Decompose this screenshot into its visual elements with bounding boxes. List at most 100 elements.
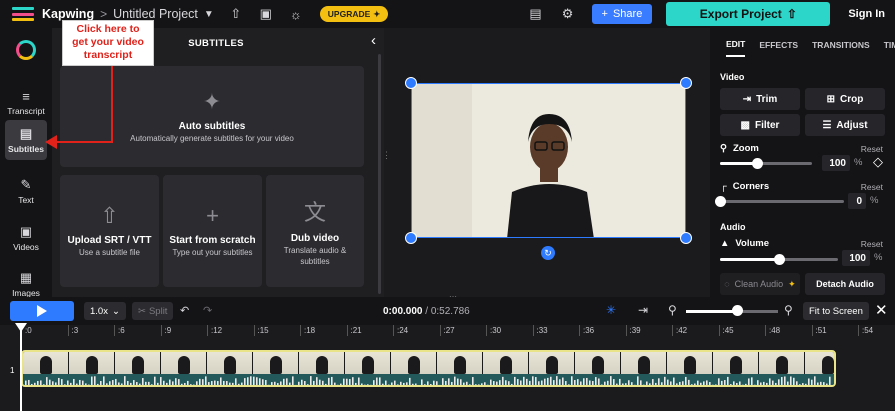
ruler-tick: :36 bbox=[579, 325, 594, 336]
ruler-tick: :39 bbox=[625, 325, 641, 336]
clean-audio-button[interactable]: ◌ Clean Audio ✦ bbox=[720, 273, 800, 295]
sign-in-link[interactable]: Sign In bbox=[848, 8, 885, 20]
ruler-tick: :9 bbox=[160, 325, 171, 336]
transcript-icon: ≡ bbox=[22, 88, 30, 104]
kapwing-logo-icon[interactable] bbox=[12, 7, 34, 21]
clip-thumbnail bbox=[667, 352, 713, 374]
timeline-zoom-fill bbox=[686, 310, 737, 313]
tab-timing[interactable]: TIMING bbox=[884, 34, 895, 56]
volume-reset-button[interactable]: Reset bbox=[861, 239, 883, 249]
resize-handle-top-left[interactable] bbox=[405, 77, 417, 89]
corners-reset-button[interactable]: Reset bbox=[861, 182, 883, 192]
zoom-slider-knob[interactable] bbox=[751, 158, 763, 169]
audio-section-title: Audio bbox=[720, 222, 746, 232]
crop-button[interactable]: ⊞ Crop bbox=[805, 88, 885, 110]
auto-subtitles-card[interactable]: ✦ Auto subtitles Automatically generate … bbox=[60, 66, 364, 167]
zoom-slider-track[interactable] bbox=[720, 162, 812, 165]
redo-icon[interactable]: ↷ bbox=[203, 304, 212, 317]
crop-icon: ⊞ bbox=[826, 93, 836, 105]
zoom-out-icon[interactable]: ⚲ bbox=[668, 303, 677, 317]
zoom-value-input[interactable]: 100 bbox=[822, 155, 850, 171]
ruler-tick: :3 bbox=[67, 325, 78, 336]
ruler-tick: :12 bbox=[207, 325, 222, 336]
subtitles-panel: SUBTITLES ‹ ✦ Auto subtitles Automatical… bbox=[52, 28, 384, 297]
ruler-tick: :21 bbox=[346, 325, 362, 336]
card-title: Upload SRT / VTT bbox=[67, 235, 152, 247]
play-button[interactable] bbox=[10, 301, 74, 321]
zoom-reset-button[interactable]: Reset bbox=[861, 144, 883, 154]
caption-icon[interactable]: ▣ bbox=[258, 6, 274, 22]
clip-thumbnail bbox=[115, 352, 161, 374]
fit-to-screen-button[interactable]: Fit to Screen bbox=[803, 302, 869, 320]
resize-handle-bottom-left[interactable] bbox=[405, 232, 417, 244]
zoom-in-icon[interactable]: ⚲ bbox=[784, 303, 793, 317]
rail-item-text[interactable]: ✎ Text bbox=[0, 171, 52, 211]
export-project-button[interactable]: Export Project ⇧ bbox=[666, 2, 831, 26]
start-from-scratch-card[interactable]: + Start from scratch Type out your subti… bbox=[163, 175, 262, 287]
upgrade-button[interactable]: UPGRADE ✦ bbox=[319, 6, 389, 22]
rail-item-transcript[interactable]: ≡ Transcript bbox=[0, 82, 52, 122]
sparkle-icon: ✦ bbox=[202, 88, 222, 114]
filter-icon: ▩ bbox=[740, 119, 750, 131]
adjust-label: Adjust bbox=[836, 119, 868, 131]
lightbulb-icon[interactable]: ☼ bbox=[288, 6, 304, 22]
rail-item-subtitles[interactable]: ▤ Subtitles bbox=[5, 120, 47, 160]
trim-button[interactable]: ⇥ Trim bbox=[720, 88, 800, 110]
panel-scrollbar[interactable] bbox=[378, 54, 381, 294]
filter-button[interactable]: ▩ Filter bbox=[720, 114, 800, 136]
corners-value-input[interactable]: 0 bbox=[848, 193, 866, 209]
close-timeline-icon[interactable]: ✕ bbox=[875, 301, 888, 319]
tab-transitions[interactable]: TRANSITIONS bbox=[812, 34, 870, 56]
share-button[interactable]: + Share bbox=[591, 4, 653, 24]
ruler-tick: :18 bbox=[300, 325, 315, 336]
clip-thumbnail bbox=[483, 352, 529, 374]
dub-video-card[interactable]: 文 Dub video Translate audio & subtitles bbox=[266, 175, 364, 287]
resize-handle-top-right[interactable] bbox=[680, 77, 692, 89]
edit-tabs: EDIT EFFECTS TRANSITIONS TIMING bbox=[710, 28, 895, 62]
sparkle-icon: ✦ bbox=[373, 8, 381, 19]
timeline-resize-handle[interactable]: ⋯ bbox=[449, 292, 457, 301]
rotate-icon[interactable]: ↻ bbox=[541, 246, 555, 260]
kapwing-editor: Kapwing > Untitled Project ▼ ⇧ ▣ ☼ UPGRA… bbox=[0, 0, 895, 411]
project-name[interactable]: Untitled Project bbox=[113, 7, 198, 21]
volume-value-input[interactable]: 100 bbox=[842, 250, 870, 266]
tab-edit[interactable]: EDIT bbox=[726, 33, 746, 57]
resize-handle-bottom-right[interactable] bbox=[680, 232, 692, 244]
ruler-tick: :27 bbox=[439, 325, 455, 336]
loading-icon: ◌ bbox=[724, 279, 730, 289]
clip-thumbnail bbox=[621, 352, 667, 374]
rail-item-videos[interactable]: ▣ Videos bbox=[0, 218, 52, 258]
corners-slider-knob[interactable] bbox=[715, 196, 726, 207]
annotation-arrow-head bbox=[45, 135, 57, 149]
clip-thumbnail bbox=[391, 352, 437, 374]
corners-slider-track[interactable] bbox=[720, 200, 844, 203]
gear-icon[interactable]: ⚙ bbox=[560, 6, 576, 22]
playhead[interactable] bbox=[20, 325, 22, 411]
collapse-panel-icon[interactable]: ‹ bbox=[371, 32, 376, 49]
playback-speed-dropdown[interactable]: 1.0x ⌄ bbox=[84, 302, 126, 320]
panel-resize-handle[interactable]: ⋮ bbox=[382, 150, 391, 164]
adjust-button[interactable]: ☰ Adjust bbox=[805, 114, 885, 136]
keyframe-diamond-icon[interactable]: ◇ bbox=[873, 154, 883, 170]
tab-effects[interactable]: EFFECTS bbox=[759, 34, 798, 56]
timeline-zoom-knob[interactable] bbox=[731, 305, 743, 316]
video-clip[interactable] bbox=[21, 350, 836, 387]
upload-icon[interactable]: ⇧ bbox=[228, 6, 244, 22]
upload-srt-card[interactable]: ⇧ Upload SRT / VTT Use a subtitle file bbox=[60, 175, 159, 287]
comment-icon[interactable]: ▤ bbox=[528, 6, 544, 22]
fit-track-icon[interactable]: ⇥ bbox=[638, 303, 648, 317]
video-frame-image bbox=[412, 84, 685, 237]
card-title: Start from scratch bbox=[169, 235, 256, 247]
brand-name[interactable]: Kapwing bbox=[42, 7, 94, 21]
video-preview[interactable] bbox=[411, 83, 686, 238]
split-button[interactable]: ✂ Split bbox=[132, 302, 174, 320]
chevron-down-icon[interactable]: ▼ bbox=[204, 9, 214, 20]
clip-thumbnail bbox=[23, 352, 69, 374]
volume-slider-knob[interactable] bbox=[774, 254, 785, 265]
zoom-icon: ⚲ bbox=[720, 143, 727, 154]
detach-audio-button[interactable]: Detach Audio bbox=[805, 273, 885, 295]
undo-icon[interactable]: ↶ bbox=[180, 304, 189, 317]
kapwing-app-icon[interactable] bbox=[16, 40, 36, 60]
timeline-ruler[interactable]: :0:3:6:9:12:15:18:21:24:27:30:33:36:39:4… bbox=[0, 325, 895, 339]
snap-icon[interactable]: ✳ bbox=[606, 303, 616, 317]
